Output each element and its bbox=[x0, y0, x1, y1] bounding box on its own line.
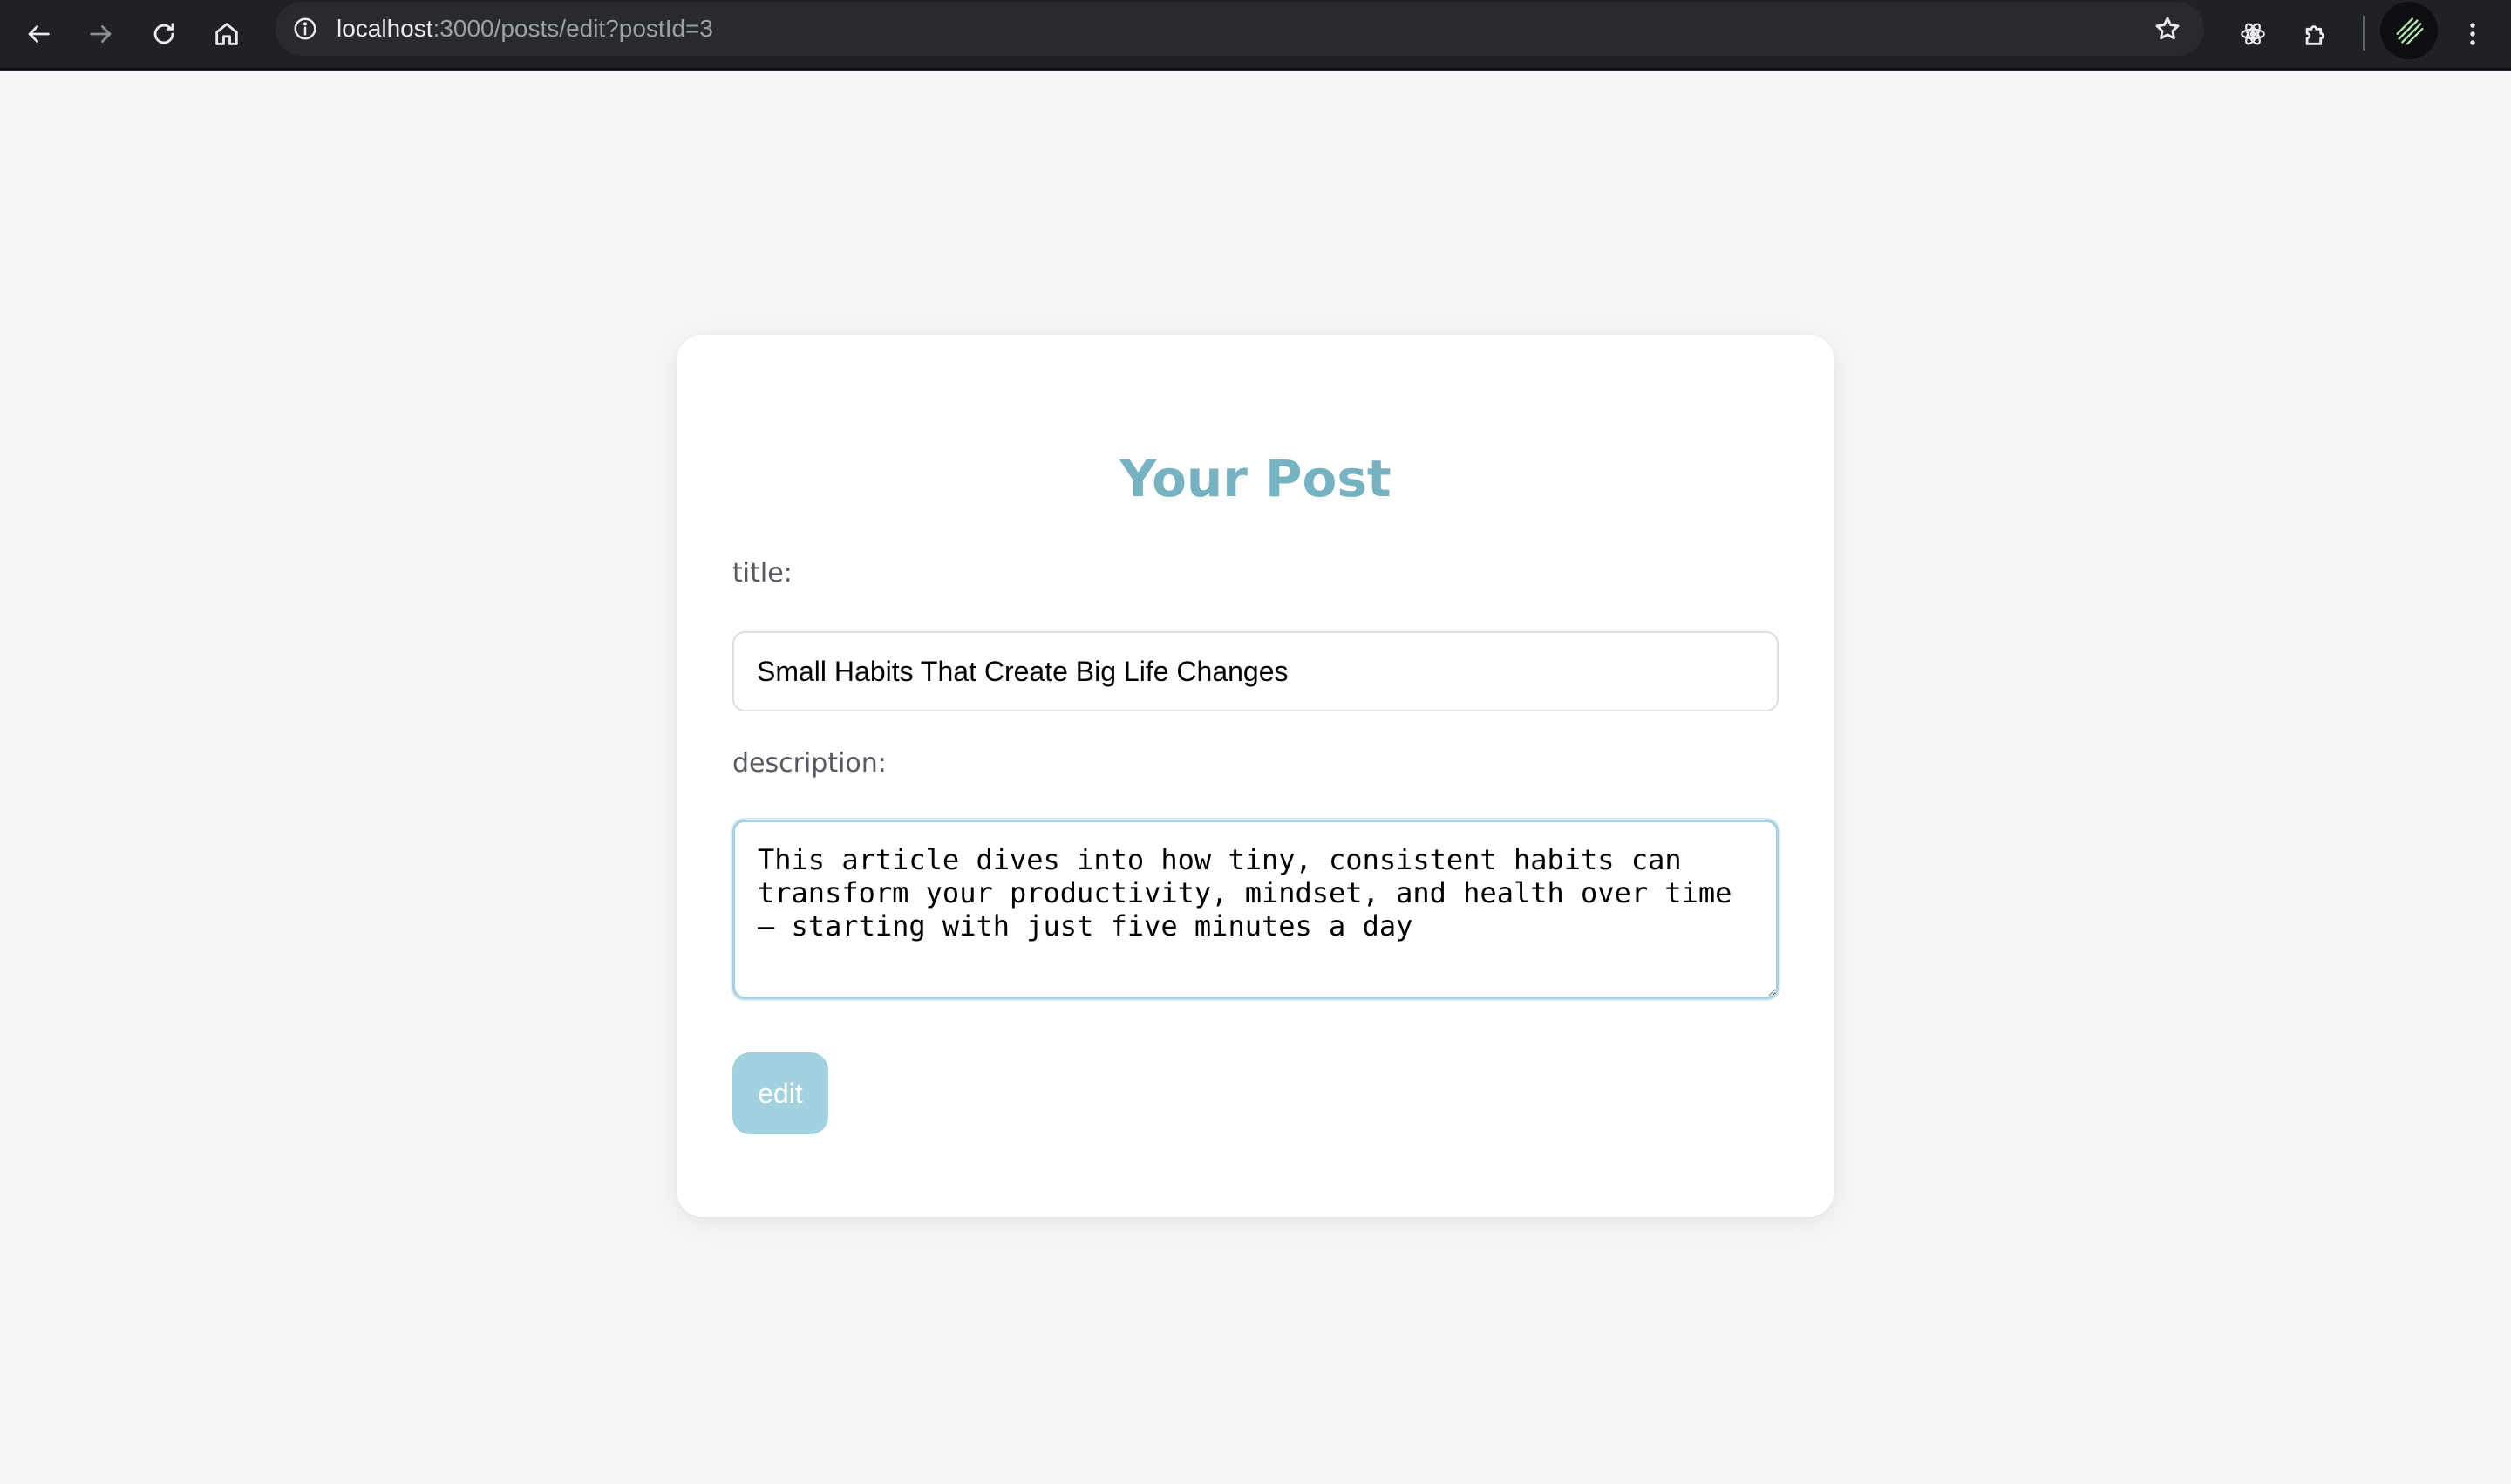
page-title: Your Post bbox=[1119, 449, 1392, 508]
profile-image-icon bbox=[2396, 17, 2424, 45]
url-text[interactable]: localhost:3000/posts/edit?postId=3 bbox=[337, 13, 713, 44]
atom-icon bbox=[2241, 23, 2265, 45]
browser-menu-button[interactable] bbox=[2446, 8, 2499, 60]
description-textarea[interactable]: This article dives into how tiny, consis… bbox=[732, 820, 1779, 999]
url-host: localhost bbox=[337, 15, 433, 42]
forward-arrow-icon bbox=[90, 25, 112, 43]
back-arrow-icon bbox=[28, 25, 50, 43]
kebab-menu-icon bbox=[2470, 23, 2475, 45]
description-label: description: bbox=[732, 748, 887, 779]
react-devtools-button[interactable] bbox=[2227, 8, 2279, 60]
puzzle-icon bbox=[2305, 25, 2324, 45]
avatar[interactable] bbox=[2380, 2, 2438, 59]
browser-toolbar: localhost:3000/posts/edit?postId=3 bbox=[0, 0, 2511, 68]
info-icon bbox=[294, 17, 316, 40]
title-input[interactable] bbox=[732, 631, 1779, 711]
toolbar-separator bbox=[2363, 16, 2365, 51]
back-button[interactable] bbox=[12, 8, 65, 60]
site-info-button[interactable] bbox=[288, 11, 323, 46]
address-bar[interactable]: localhost:3000/posts/edit?postId=3 bbox=[276, 2, 2204, 56]
bookmark-button[interactable] bbox=[2150, 11, 2185, 46]
star-icon bbox=[2155, 17, 2180, 40]
url-path: :3000/posts/edit?postId=3 bbox=[432, 15, 713, 42]
extensions-button[interactable] bbox=[2290, 8, 2342, 60]
edit-button[interactable]: edit bbox=[732, 1052, 828, 1134]
home-button[interactable] bbox=[201, 8, 253, 60]
reload-button[interactable] bbox=[138, 8, 190, 60]
home-icon bbox=[215, 23, 238, 45]
post-edit-card: Your Post title: description: This artic… bbox=[677, 335, 1834, 1217]
title-label: title: bbox=[732, 558, 793, 589]
forward-button[interactable] bbox=[75, 8, 127, 60]
reload-icon bbox=[153, 23, 174, 44]
